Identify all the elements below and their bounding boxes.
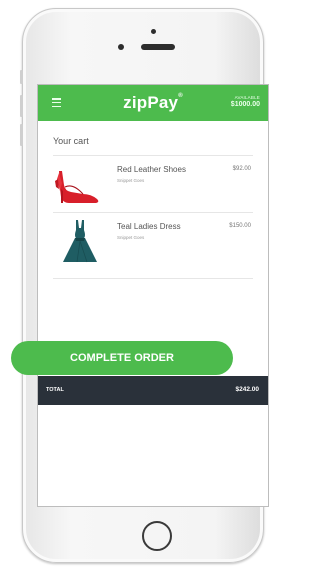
brand-name: zipPay [123,93,179,112]
app-header: zipPay® AVAILABLE $1000.00 [38,85,268,121]
item-price: $92.00 [232,166,251,172]
cart-divider [53,155,253,156]
trademark-symbol: ® [178,93,183,99]
item-description: Snippet Goes [117,178,145,183]
total-amount: $242.00 [235,386,260,393]
volume-down-button [20,124,23,146]
available-label: AVAILABLE [234,95,260,100]
item-name: Teal Ladies Dress [117,222,181,231]
cart-item-teal-ladies-dress[interactable]: Teal Ladies Dress Snippet Goes $150.00 [53,214,253,268]
item-name: Red Leather Shoes [117,165,186,174]
cart-item-red-leather-shoes[interactable]: Red Leather Shoes Snippet Goes $92.00 [53,157,253,211]
complete-order-button[interactable]: COMPLETE ORDER [11,341,233,375]
mute-switch [20,70,23,84]
available-balance: AVAILABLE $1000.00 [231,95,260,108]
home-button[interactable] [142,521,172,551]
earpiece-speaker [141,44,175,50]
cart-divider [53,212,253,213]
item-price: $150.00 [229,223,251,229]
red-shoe-icon [53,161,107,207]
available-amount: $1000.00 [230,101,260,108]
volume-up-button [20,95,23,117]
item-description: Snippet Goes [117,235,145,240]
cart-title: Your cart [53,136,89,146]
sensor-dot [151,29,156,34]
teal-dress-icon [53,218,107,264]
total-bar: TOTAL $242.00 [38,376,268,405]
phone-screen: zipPay® AVAILABLE $1000.00 Your cart Red… [37,84,269,507]
total-label: TOTAL [46,387,64,393]
cart-divider [53,278,253,279]
front-camera [118,44,124,50]
